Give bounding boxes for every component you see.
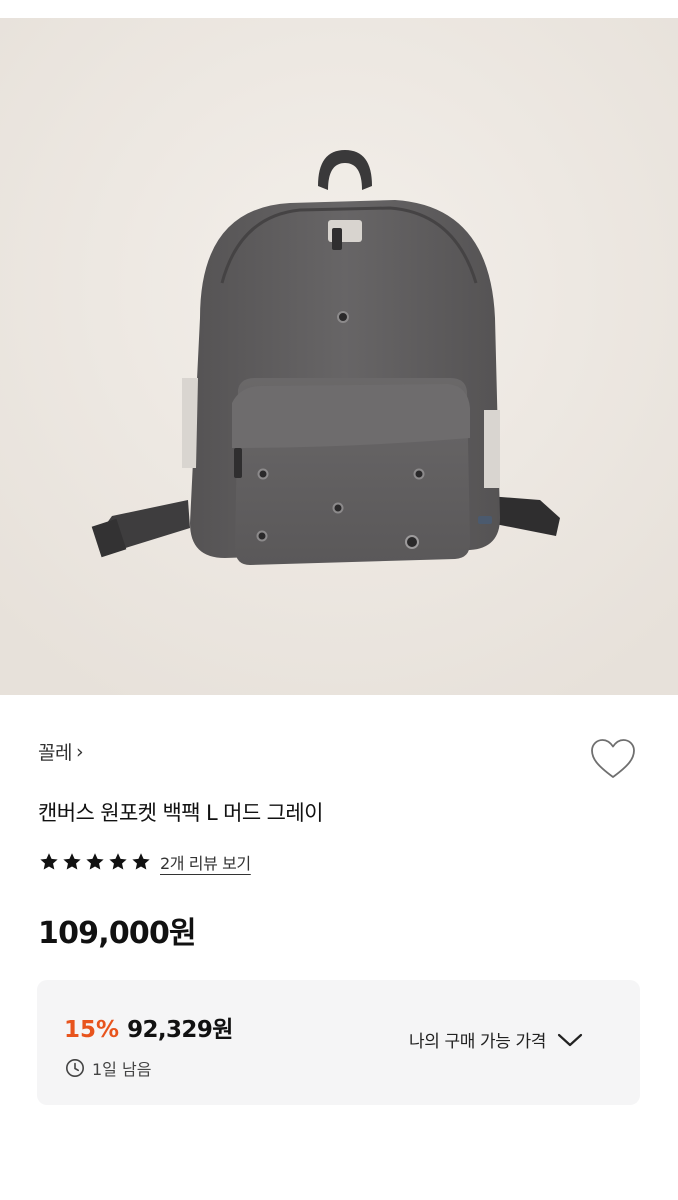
star-filled-icon: [40, 853, 58, 870]
chevron-down-icon: [557, 1033, 583, 1046]
star-filled-icon: [109, 853, 127, 870]
clock-icon: [66, 1059, 84, 1077]
chevron-right-icon: ›: [75, 740, 84, 763]
heart-outline-icon: [591, 739, 635, 778]
rating-stars: [38, 851, 152, 873]
product-image[interactable]: [0, 18, 678, 695]
my-price-label: 나의 구매 가능 가격: [409, 1032, 546, 1052]
star-filled-icon: [86, 853, 104, 870]
discount-percent: 15%: [64, 1017, 120, 1043]
remaining-text: 1일 남음: [92, 1060, 152, 1079]
rating-row: 2개 리뷰 보기: [38, 850, 251, 874]
star-filled-icon: [63, 853, 81, 870]
star-filled-icon: [132, 853, 150, 870]
remaining-time: 1일 남음: [65, 1056, 151, 1080]
discount-panel: 15% 92,329원 1일 남음 나의 구매 가능 가격: [37, 980, 640, 1105]
review-link[interactable]: 2개 리뷰 보기: [160, 850, 251, 874]
backpack-illustration: [0, 18, 678, 695]
original-price: 109,000원: [38, 916, 197, 951]
my-price-toggle[interactable]: 나의 구매 가능 가격: [409, 1027, 584, 1052]
product-title: 캔버스 원포켓 백팩 L 머드 그레이: [38, 801, 323, 825]
like-button[interactable]: [588, 735, 638, 783]
sale-price: 92,329원: [127, 1017, 233, 1043]
brand-name: 꼴레: [38, 742, 72, 764]
discount-line: 15% 92,329원: [64, 1010, 233, 1044]
brand-link[interactable]: 꼴레 ›: [38, 738, 84, 765]
